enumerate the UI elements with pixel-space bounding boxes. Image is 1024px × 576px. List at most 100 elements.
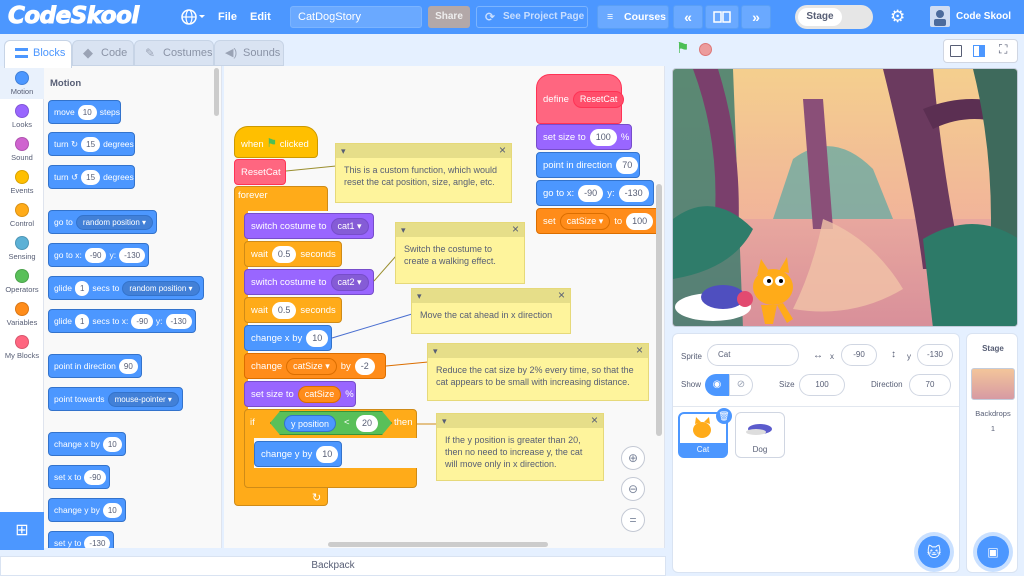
zoom-in-button[interactable]: ⊕ [621, 446, 645, 470]
category-operators[interactable]: Operators [0, 264, 44, 297]
globe-icon[interactable] [180, 8, 206, 26]
block-input[interactable]: 1 [74, 314, 90, 330]
add-extension-button[interactable]: ⊞ [0, 512, 44, 550]
glide-xy-block[interactable]: glide 1 secs to x: -90 y: -130 [48, 309, 196, 333]
note-text[interactable]: Move the cat ahead in x direction [412, 303, 570, 327]
block-input[interactable]: -90 [131, 314, 153, 330]
next-lesson-button[interactable]: » [741, 5, 771, 29]
set-y-block[interactable]: set y to -130 [48, 531, 115, 548]
go-to-xy-block[interactable]: go to x: -90 y: -130 [48, 243, 150, 267]
stop-button[interactable] [699, 43, 712, 56]
courses-button[interactable]: ≡ Courses [597, 5, 669, 29]
block-dropdown[interactable]: random position [83, 218, 140, 227]
see-project-page-button[interactable]: ⟳ See Project Page [476, 6, 588, 28]
show-hidden-button[interactable]: ⊘ [729, 374, 753, 396]
tab-sounds[interactable]: ◀) Sounds [214, 40, 284, 66]
block-input[interactable]: 10 [77, 105, 97, 121]
move-steps-block[interactable]: move 10 steps [48, 100, 122, 124]
category-motion[interactable]: Motion [0, 66, 44, 99]
go-to-block[interactable]: go to random position ▾ [48, 210, 158, 234]
gear-icon[interactable]: ⚙ [890, 8, 905, 25]
block-dropdown[interactable]: random position [129, 284, 186, 293]
block-input[interactable]: -130 [84, 536, 111, 548]
note-text[interactable]: Reduce the cat size by 2% every time, so… [428, 358, 648, 394]
project-title-input[interactable]: CatDogStory [290, 6, 422, 28]
palette-scrollbar[interactable] [214, 68, 219, 116]
point-direction-block[interactable]: point in direction 90 [48, 354, 142, 378]
comment-note[interactable]: Move the cat ahead in x direction [411, 288, 571, 334]
note-header[interactable] [412, 288, 570, 303]
tab-blocks[interactable]: Blocks [4, 40, 72, 68]
block-input[interactable]: 15 [81, 137, 101, 153]
turn-left-block[interactable]: turn ↺ 15 degrees [48, 165, 135, 189]
script-area[interactable]: when ⚑ clicked ResetCat forever ↻ switch… [224, 66, 665, 548]
block-input[interactable]: 90 [118, 359, 138, 375]
comment-note[interactable]: If the y position is greater than 20, th… [436, 413, 604, 481]
stage-toggle[interactable]: Stage [795, 5, 873, 29]
file-menu[interactable]: File [218, 0, 237, 34]
stage-pane[interactable]: Stage Backdrops 1 ▣ [966, 333, 1018, 573]
share-button[interactable]: Share [428, 6, 470, 28]
category-control[interactable]: Control [0, 198, 44, 231]
set-x-block[interactable]: set x to -90 [48, 465, 110, 489]
turn-right-block[interactable]: turn ↻ 15 degrees [48, 132, 135, 156]
fullscreen-icon[interactable]: ⛶ [999, 42, 1007, 57]
note-header[interactable] [396, 222, 524, 237]
tab-code[interactable]: ◆ Code [72, 40, 134, 66]
block-input[interactable]: -90 [84, 470, 106, 486]
tab-costumes[interactable]: ✎ Costumes [134, 40, 214, 66]
block-input[interactable]: -130 [119, 248, 146, 264]
note-text[interactable]: If the y position is greater than 20, th… [437, 428, 603, 476]
category-my-blocks[interactable]: My Blocks [0, 330, 44, 363]
user-menu[interactable]: Code Skool [930, 6, 1020, 28]
comment-note[interactable]: Switch the costume to create a walking e… [395, 222, 525, 284]
category-looks[interactable]: Looks [0, 99, 44, 132]
note-header[interactable] [437, 413, 603, 428]
sprite-tile-dog[interactable]: Dog [735, 412, 785, 458]
edit-menu[interactable]: Edit [250, 0, 271, 34]
block-input[interactable]: 10 [102, 503, 122, 519]
show-visible-button[interactable]: ◉ [705, 374, 729, 396]
change-x-block[interactable]: change x by 10 [48, 432, 126, 456]
category-sound[interactable]: Sound [0, 132, 44, 165]
logo[interactable]: CodeSkool [8, 3, 140, 30]
add-backdrop-button[interactable]: ▣ [977, 536, 1009, 568]
delete-sprite-button[interactable]: 🗑 [716, 408, 732, 424]
normal-stage-icon[interactable] [973, 45, 985, 57]
block-input[interactable]: 10 [102, 437, 122, 453]
block-input[interactable]: 15 [81, 170, 101, 186]
category-sensing[interactable]: Sensing [0, 231, 44, 264]
x-input[interactable]: -90 [841, 344, 877, 366]
direction-input[interactable]: 70 [909, 374, 951, 396]
zoom-out-button[interactable]: ⊖ [621, 477, 645, 501]
change-y-block[interactable]: change y by 10 [48, 498, 126, 522]
note-header[interactable] [428, 343, 648, 358]
y-input[interactable]: -130 [917, 344, 953, 366]
backpack[interactable]: Backpack [0, 556, 666, 576]
category-events[interactable]: Events [0, 165, 44, 198]
point-towards-block[interactable]: point towards mouse-pointer ▾ [48, 387, 183, 411]
green-flag-icon[interactable]: ⚑ [676, 41, 689, 57]
vertical-scrollbar[interactable] [656, 184, 662, 436]
backdrop-thumbnail[interactable] [971, 368, 1015, 400]
add-sprite-button[interactable]: 🐱 [918, 536, 950, 568]
block-input[interactable]: -130 [165, 314, 192, 330]
sprite-tile-cat[interactable]: Cat 🗑 [678, 408, 732, 458]
prev-lesson-button[interactable]: « [673, 5, 703, 29]
category-variables[interactable]: Variables [0, 297, 44, 330]
block-input[interactable]: -90 [84, 248, 107, 264]
comment-note[interactable]: Reduce the cat size by 2% every time, so… [427, 343, 649, 401]
note-text[interactable]: Switch the costume to create a walking e… [396, 237, 524, 273]
block-dropdown[interactable]: mouse-pointer [115, 395, 166, 404]
zoom-reset-button[interactable]: = [621, 508, 645, 532]
sprite-name-input[interactable]: Cat [707, 344, 799, 366]
stage-canvas[interactable] [672, 68, 1018, 327]
size-input[interactable]: 100 [799, 374, 845, 396]
horizontal-scrollbar[interactable] [328, 542, 548, 547]
comment-note[interactable]: This is a custom function, which would r… [335, 143, 512, 203]
glide-to-block[interactable]: glide 1 secs to random position ▾ [48, 276, 204, 300]
note-text[interactable]: This is a custom function, which would r… [336, 158, 511, 194]
block-input[interactable]: 1 [74, 281, 90, 297]
note-header[interactable] [336, 143, 511, 158]
book-icon[interactable] [705, 5, 739, 29]
